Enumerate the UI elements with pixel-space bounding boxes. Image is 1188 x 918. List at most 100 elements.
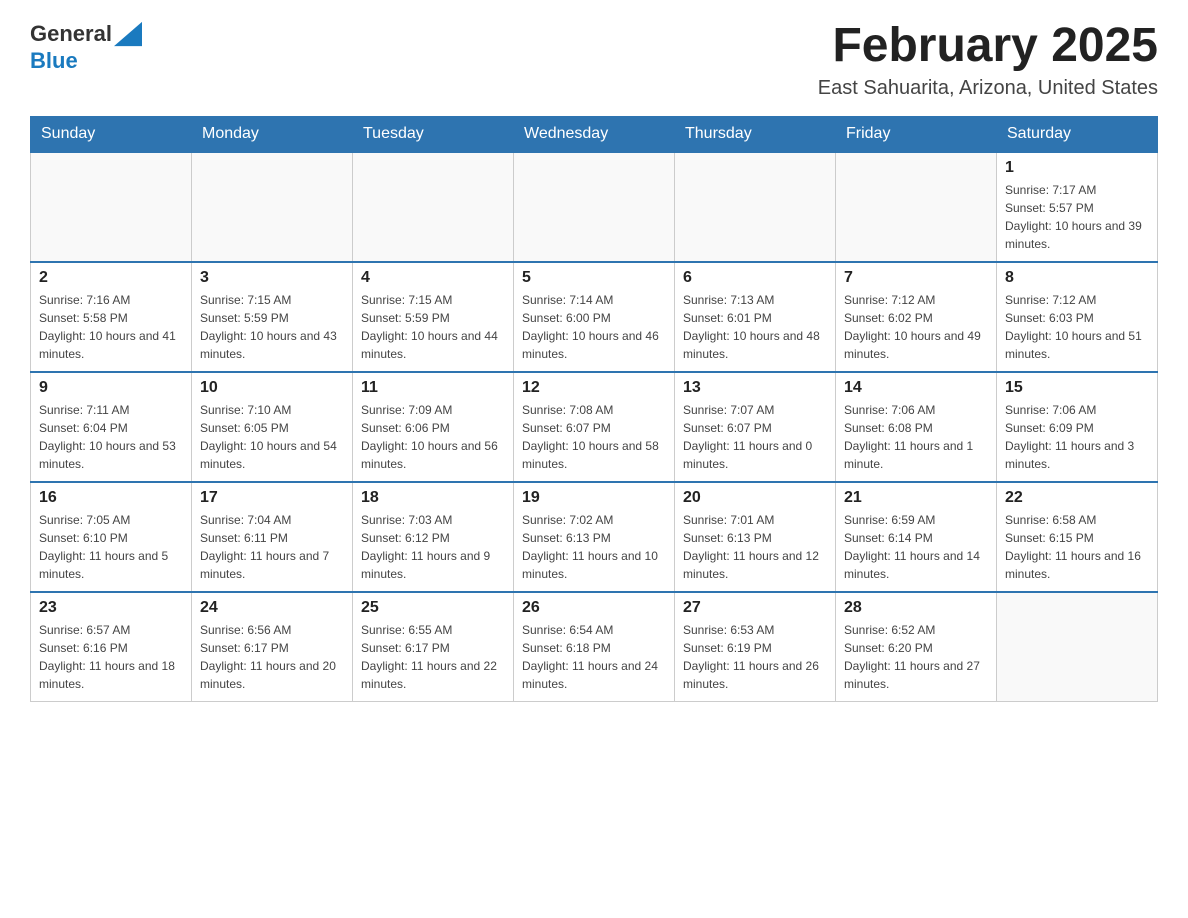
day-number: 7 [844, 269, 988, 287]
table-row: 23Sunrise: 6:57 AM Sunset: 6:16 PM Dayli… [31, 592, 192, 702]
col-friday: Friday [836, 116, 997, 152]
day-info: Sunrise: 6:56 AM Sunset: 6:17 PM Dayligh… [200, 621, 344, 693]
table-row: 8 Sunrise: 7:12 AM Sunset: 6:03 PM Daylig… [997, 262, 1158, 372]
table-row: 1 Sunrise: 7:17 AM Sunset: 5:57 PM Daylig… [997, 152, 1158, 262]
table-row: 22 Sunrise: 6:58 AM Sunset: 6:15 PM Dayli… [997, 482, 1158, 592]
day-info: Sunrise: 7:11 AM Sunset: 6:04 PM Dayligh… [39, 401, 183, 473]
table-row [192, 152, 353, 262]
day-number: 25 [361, 599, 505, 617]
logo-icon [114, 20, 142, 48]
day-info: Sunrise: 7:05 AM Sunset: 6:10 PM Dayligh… [39, 511, 183, 583]
table-row: 26 Sunrise: 6:54 AM Sunset: 6:18 PM Dayli… [514, 592, 675, 702]
day-number: 20 [683, 489, 827, 507]
day-info: Sunrise: 6:55 AM Sunset: 6:17 PM Dayligh… [361, 621, 505, 693]
table-row: 4 Sunrise: 7:15 AM Sunset: 5:59 PM Daylig… [353, 262, 514, 372]
table-row: 20 Sunrise: 7:01 AM Sunset: 6:13 PM Dayli… [675, 482, 836, 592]
day-info: Sunrise: 7:15 AM Sunset: 5:59 PM Dayligh… [361, 291, 505, 363]
day-number: 14 [844, 379, 988, 397]
day-number: 18 [361, 489, 505, 507]
table-row [353, 152, 514, 262]
day-info: Sunrise: 7:09 AM Sunset: 6:06 PM Dayligh… [361, 401, 505, 473]
day-number: 2 [39, 269, 183, 287]
day-number: 26 [522, 599, 666, 617]
table-row: 7 Sunrise: 7:12 AM Sunset: 6:02 PM Daylig… [836, 262, 997, 372]
day-info: Sunrise: 7:06 AM Sunset: 6:09 PM Dayligh… [1005, 401, 1149, 473]
calendar-header-row: Sunday Monday Tuesday Wednesday Thursday… [31, 116, 1158, 152]
day-info: Sunrise: 7:02 AM Sunset: 6:13 PM Dayligh… [522, 511, 666, 583]
day-info: Sunrise: 7:12 AM Sunset: 6:02 PM Dayligh… [844, 291, 988, 363]
day-number: 22 [1005, 489, 1149, 507]
day-info: Sunrise: 6:53 AM Sunset: 6:19 PM Dayligh… [683, 621, 827, 693]
table-row: 17 Sunrise: 7:04 AM Sunset: 6:11 PM Dayli… [192, 482, 353, 592]
day-info: Sunrise: 7:04 AM Sunset: 6:11 PM Dayligh… [200, 511, 344, 583]
table-row [997, 592, 1158, 702]
day-number: 12 [522, 379, 666, 397]
day-info: Sunrise: 7:13 AM Sunset: 6:01 PM Dayligh… [683, 291, 827, 363]
table-row: 10 Sunrise: 7:10 AM Sunset: 6:05 PM Dayli… [192, 372, 353, 482]
table-row: 9 Sunrise: 7:11 AM Sunset: 6:04 PM Daylig… [31, 372, 192, 482]
col-sunday: Sunday [31, 116, 192, 152]
table-row: 15 Sunrise: 7:06 AM Sunset: 6:09 PM Dayli… [997, 372, 1158, 482]
day-info: Sunrise: 7:15 AM Sunset: 5:59 PM Dayligh… [200, 291, 344, 363]
day-number: 16 [39, 489, 183, 507]
table-row [31, 152, 192, 262]
day-number: 27 [683, 599, 827, 617]
day-info: Sunrise: 7:07 AM Sunset: 6:07 PM Dayligh… [683, 401, 827, 473]
day-number: 13 [683, 379, 827, 397]
table-row: 11 Sunrise: 7:09 AM Sunset: 6:06 PM Dayli… [353, 372, 514, 482]
day-number: 28 [844, 599, 988, 617]
table-row: 16 Sunrise: 7:05 AM Sunset: 6:10 PM Dayli… [31, 482, 192, 592]
day-number: 4 [361, 269, 505, 287]
col-monday: Monday [192, 116, 353, 152]
day-number: 15 [1005, 379, 1149, 397]
table-row: 24 Sunrise: 6:56 AM Sunset: 6:17 PM Dayli… [192, 592, 353, 702]
day-info: Sunrise: 7:03 AM Sunset: 6:12 PM Dayligh… [361, 511, 505, 583]
day-info: Sunrise: 7:10 AM Sunset: 6:05 PM Dayligh… [200, 401, 344, 473]
day-number: 10 [200, 379, 344, 397]
table-row: 28 Sunrise: 6:52 AM Sunset: 6:20 PM Dayli… [836, 592, 997, 702]
month-title: February 2025 [818, 20, 1158, 73]
table-row: 12Sunrise: 7:08 AM Sunset: 6:07 PM Dayli… [514, 372, 675, 482]
calendar-week-row: 1 Sunrise: 7:17 AM Sunset: 5:57 PM Daylig… [31, 152, 1158, 262]
day-number: 5 [522, 269, 666, 287]
logo: General Blue [30, 20, 142, 74]
day-number: 6 [683, 269, 827, 287]
day-number: 19 [522, 489, 666, 507]
col-thursday: Thursday [675, 116, 836, 152]
col-wednesday: Wednesday [514, 116, 675, 152]
day-info: Sunrise: 6:58 AM Sunset: 6:15 PM Dayligh… [1005, 511, 1149, 583]
day-info: Sunrise: 7:06 AM Sunset: 6:08 PM Dayligh… [844, 401, 988, 473]
day-number: 8 [1005, 269, 1149, 287]
day-number: 11 [361, 379, 505, 397]
day-number: 17 [200, 489, 344, 507]
col-saturday: Saturday [997, 116, 1158, 152]
day-number: 1 [1005, 159, 1149, 177]
day-info: Sunrise: 7:16 AM Sunset: 5:58 PM Dayligh… [39, 291, 183, 363]
table-row: 21Sunrise: 6:59 AM Sunset: 6:14 PM Dayli… [836, 482, 997, 592]
day-number: 23 [39, 599, 183, 617]
table-row: 6 Sunrise: 7:13 AM Sunset: 6:01 PM Daylig… [675, 262, 836, 372]
table-row: 13 Sunrise: 7:07 AM Sunset: 6:07 PM Dayli… [675, 372, 836, 482]
table-row: 25 Sunrise: 6:55 AM Sunset: 6:17 PM Dayli… [353, 592, 514, 702]
logo-blue-text: Blue [30, 48, 78, 74]
day-number: 24 [200, 599, 344, 617]
location-title: East Sahuarita, Arizona, United States [818, 77, 1158, 100]
title-section: February 2025 East Sahuarita, Arizona, U… [818, 20, 1158, 100]
day-info: Sunrise: 7:01 AM Sunset: 6:13 PM Dayligh… [683, 511, 827, 583]
day-number: 21 [844, 489, 988, 507]
day-info: Sunrise: 6:52 AM Sunset: 6:20 PM Dayligh… [844, 621, 988, 693]
day-number: 9 [39, 379, 183, 397]
day-info: Sunrise: 7:12 AM Sunset: 6:03 PM Dayligh… [1005, 291, 1149, 363]
day-info: Sunrise: 7:17 AM Sunset: 5:57 PM Dayligh… [1005, 181, 1149, 253]
calendar-week-row: 23Sunrise: 6:57 AM Sunset: 6:16 PM Dayli… [31, 592, 1158, 702]
table-row [836, 152, 997, 262]
table-row [675, 152, 836, 262]
page-header: General Blue February 2025 East Sahuarit… [30, 20, 1158, 100]
calendar-table: Sunday Monday Tuesday Wednesday Thursday… [30, 116, 1158, 703]
day-number: 3 [200, 269, 344, 287]
table-row: 27 Sunrise: 6:53 AM Sunset: 6:19 PM Dayli… [675, 592, 836, 702]
day-info: Sunrise: 7:14 AM Sunset: 6:00 PM Dayligh… [522, 291, 666, 363]
calendar-week-row: 9 Sunrise: 7:11 AM Sunset: 6:04 PM Daylig… [31, 372, 1158, 482]
table-row: 5 Sunrise: 7:14 AM Sunset: 6:00 PM Daylig… [514, 262, 675, 372]
day-info: Sunrise: 6:54 AM Sunset: 6:18 PM Dayligh… [522, 621, 666, 693]
